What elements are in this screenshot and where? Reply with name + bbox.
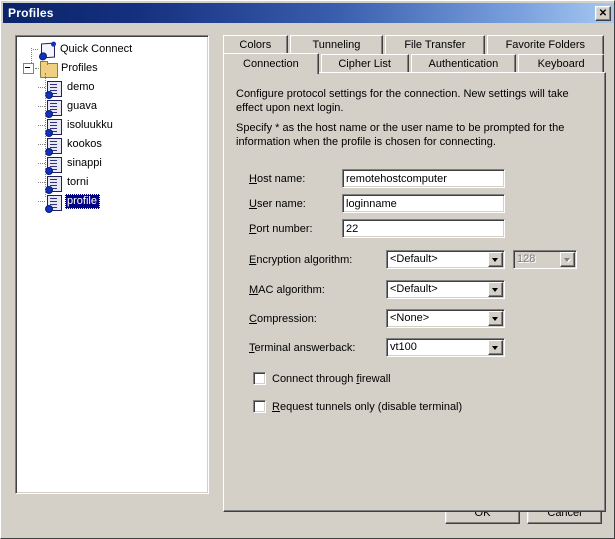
profile-icon: [45, 175, 62, 194]
compression-label: Compression:: [249, 313, 317, 325]
compression-value: <None>: [390, 312, 430, 324]
tab-row-upper: Colors Tunneling File Transfer Favorite Fol…: [223, 35, 606, 54]
tree-item-label: isoluukku: [67, 119, 113, 131]
panel-description-2: Specify * as the host name or the user n…: [236, 122, 565, 148]
connect-through-firewall-checkbox[interactable]: Connect through firewall: [253, 372, 391, 385]
tab-keyboard[interactable]: Keyboard: [518, 54, 604, 73]
tree-connector: [38, 143, 45, 146]
mac-algorithm-label: MAC algorithm:: [249, 284, 325, 296]
settings-tab-area: Colors Tunneling File Transfer Favorite Fol…: [223, 35, 606, 512]
tab-label: File Transfer: [404, 39, 466, 51]
tab-label: Favorite Folders: [505, 39, 586, 51]
port-number-input[interactable]: [342, 219, 505, 238]
tab-label: Connection: [243, 58, 299, 70]
mac-algorithm-value: <Default>: [390, 283, 438, 295]
encryption-algorithm-value: <Default>: [390, 253, 438, 265]
title-bar-buttons: ✕: [595, 5, 614, 21]
tree-connector: [38, 105, 45, 108]
profile-icon: [45, 137, 62, 156]
tree-expander-icon[interactable]: [23, 63, 34, 74]
encryption-strength-combo: 128: [513, 250, 577, 269]
tab-colors[interactable]: Colors: [223, 35, 288, 54]
chevron-down-icon[interactable]: [488, 282, 503, 297]
title-bar: Profiles ✕: [3, 3, 614, 23]
chevron-down-icon[interactable]: [488, 252, 503, 267]
tree-connector: [33, 48, 38, 51]
tree-connector: [35, 67, 39, 70]
tree-item-label: guava: [67, 100, 97, 112]
encryption-algorithm-label: Encryption algorithm:: [249, 254, 353, 266]
profile-icon: [45, 80, 62, 99]
tree-connector: [38, 181, 45, 184]
chevron-down-icon: [560, 252, 575, 267]
quick-connect-icon: [39, 42, 55, 58]
tab-row-lower: Connection Cipher List Authentication Keybo…: [223, 53, 606, 74]
host-name-input[interactable]: [342, 169, 505, 188]
tree-item-label: torni: [67, 176, 89, 188]
checkbox-box[interactable]: [253, 372, 266, 385]
profile-icon: [45, 156, 62, 175]
profile-icon: [45, 194, 62, 213]
tree-trunk-line: [45, 73, 46, 197]
terminal-answerback-label: Terminal answerback:: [249, 342, 356, 354]
request-tunnels-only-label: Request tunnels only (disable terminal): [272, 400, 463, 413]
tree-item-label: demo: [67, 81, 95, 93]
tree-connector: [38, 200, 45, 203]
tree-trunk-line-top: [31, 48, 32, 63]
tree-item-label: Profiles: [61, 62, 98, 74]
tree-connector: [38, 124, 45, 127]
terminal-answerback-combo[interactable]: vt100: [386, 338, 505, 357]
tree-item-label: profile: [65, 194, 100, 209]
chevron-down-icon[interactable]: [488, 340, 503, 355]
port-number-label: Port number:: [249, 223, 313, 235]
user-name-input[interactable]: [342, 194, 505, 213]
folder-icon: [40, 60, 58, 78]
tree-item-quick-connect[interactable]: Quick Connect: [16, 40, 208, 59]
tab-cipher-list[interactable]: Cipher List: [320, 54, 409, 73]
tab-label: Cipher List: [338, 58, 391, 70]
chevron-down-icon[interactable]: [488, 311, 503, 326]
profile-icon: [45, 118, 62, 137]
tree-item-label: kookos: [67, 138, 102, 150]
tree-item-label: Quick Connect: [60, 43, 133, 55]
close-icon[interactable]: ✕: [595, 5, 611, 21]
compression-combo[interactable]: <None>: [386, 309, 505, 328]
request-tunnels-only-checkbox[interactable]: Request tunnels only (disable terminal): [253, 400, 462, 413]
tree-connector: [38, 86, 45, 89]
connection-tab-panel: Configure protocol settings for the conn…: [223, 72, 606, 512]
window-title: Profiles: [8, 6, 54, 20]
tab-connection[interactable]: Connection: [223, 53, 319, 74]
tree-item-label: sinappi: [67, 157, 102, 169]
profiles-dialog: Profiles ✕ Quick Connect Profiles demo guav…: [0, 0, 615, 539]
tab-label: Keyboard: [537, 58, 585, 70]
tab-favorite-folders[interactable]: Favorite Folders: [486, 35, 604, 54]
terminal-answerback-value: vt100: [390, 341, 417, 353]
mac-algorithm-combo[interactable]: <Default>: [386, 280, 505, 299]
tab-label: Authentication: [428, 58, 499, 70]
encryption-strength-value: 128: [517, 253, 536, 265]
checkbox-box[interactable]: [253, 400, 266, 413]
tab-label: Colors: [239, 39, 272, 51]
tree-connector: [38, 162, 45, 165]
tab-label: Tunneling: [312, 39, 361, 51]
panel-description-1: Configure protocol settings for the conn…: [236, 88, 569, 114]
host-name-label: Host name:: [249, 173, 306, 185]
tab-tunneling[interactable]: Tunneling: [289, 35, 384, 54]
tab-file-transfer[interactable]: File Transfer: [385, 35, 485, 54]
user-name-label: User name:: [249, 198, 306, 210]
encryption-algorithm-combo[interactable]: <Default>: [386, 250, 505, 269]
profiles-tree[interactable]: Quick Connect Profiles demo guava isoluukku k…: [15, 35, 209, 494]
tab-authentication[interactable]: Authentication: [410, 54, 517, 73]
connect-through-firewall-label: Connect through firewall: [272, 372, 391, 385]
profile-icon: [45, 99, 62, 118]
